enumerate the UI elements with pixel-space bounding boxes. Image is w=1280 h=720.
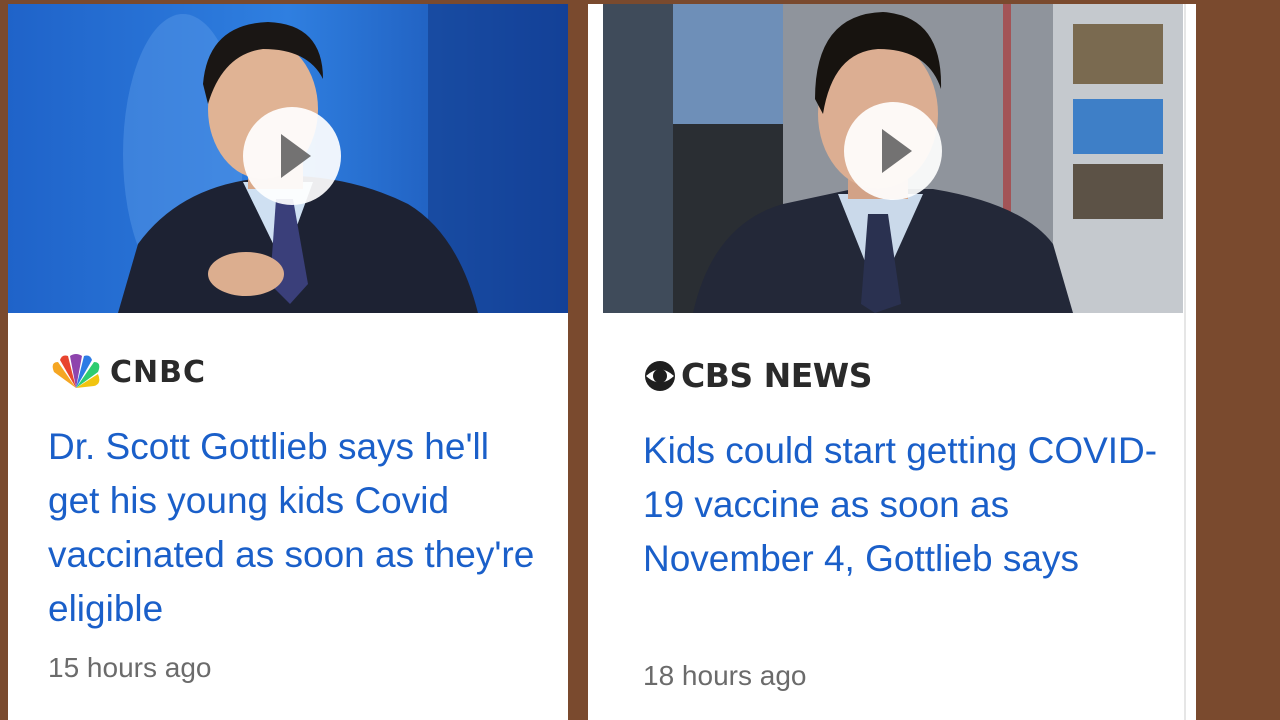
headline-link[interactable]: Dr. Scott Gottlieb says he'll get his yo… [48,420,548,636]
timestamp: 18 hours ago [643,660,807,691]
news-card-cnbc[interactable]: CNBC Dr. Scott Gottlieb says he'll get h… [8,4,568,720]
source-name: CBS NEWS [681,356,872,395]
card-divider [1184,4,1186,720]
video-thumbnail[interactable] [8,4,568,313]
news-card-cbs[interactable]: CBS NEWS Kids could start getting COVID-… [588,4,1196,720]
nbc-peacock-icon [52,354,100,388]
play-button[interactable] [844,102,942,200]
cbs-eye-icon [645,360,675,391]
headline-link[interactable]: Kids could start getting COVID-19 vaccin… [643,424,1173,586]
source-logo: CNBC [48,354,206,390]
source-logo: CBS NEWS [643,356,872,395]
play-button[interactable] [243,107,341,205]
video-thumbnail[interactable] [603,4,1183,313]
timestamp: 15 hours ago [48,652,212,683]
source-name: CNBC [110,354,207,390]
